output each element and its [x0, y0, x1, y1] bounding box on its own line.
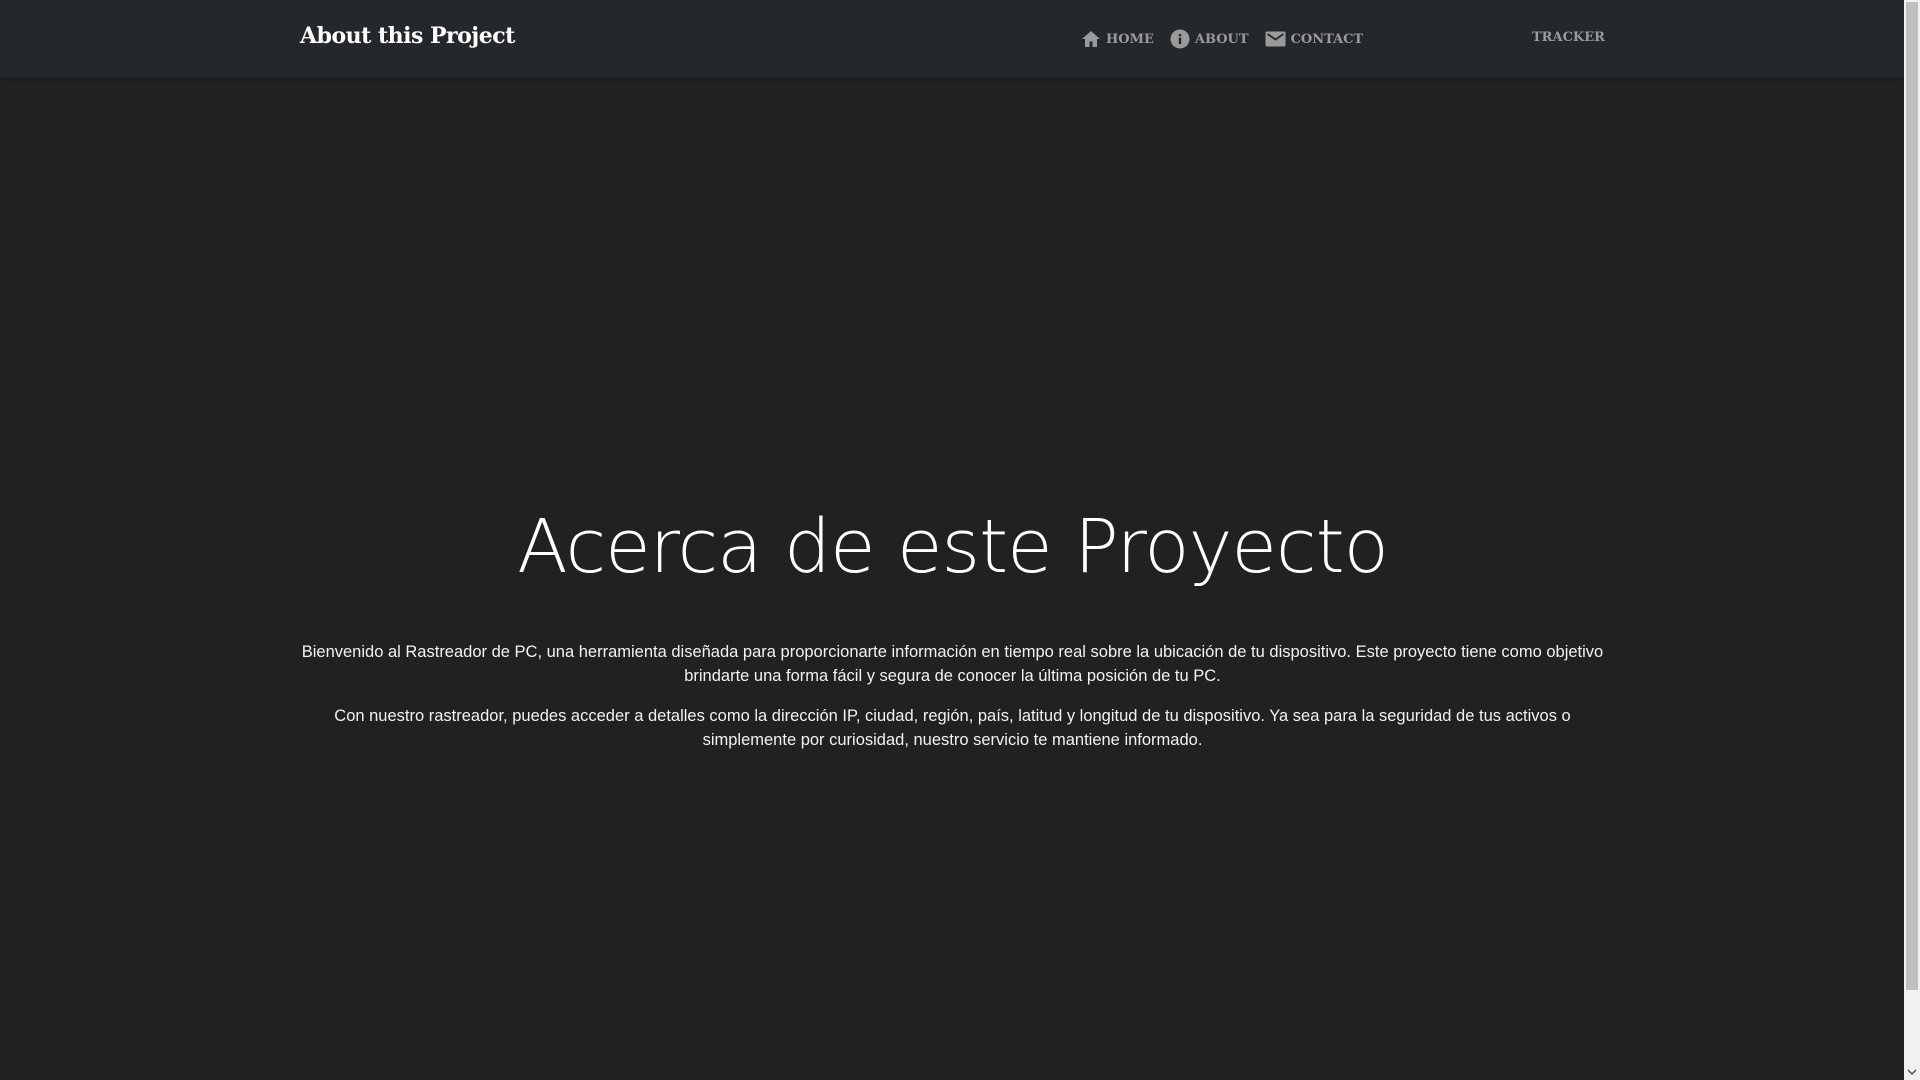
- page: About this Project HOME ABOUT CONTACT TR…: [0, 0, 1904, 1080]
- details-paragraph: Con nuestro rastreador, puedes acceder a…: [334, 707, 1571, 749]
- nav-link-label: ABOUT: [1194, 31, 1249, 47]
- nav-link-label: CONTACT: [1290, 31, 1364, 47]
- nav-link-about[interactable]: ABOUT: [1170, 29, 1249, 49]
- navbar: About this Project HOME ABOUT CONTACT TR…: [0, 0, 1904, 78]
- mail-icon: [1265, 31, 1286, 47]
- home-icon: [1082, 31, 1100, 47]
- scroll-down-arrow[interactable]: [1904, 1064, 1920, 1080]
- scrollbar-thumb[interactable]: [1906, 2, 1918, 990]
- vertical-scrollbar[interactable]: [1904, 0, 1920, 1080]
- intro-paragraph: Bienvenido al Rastreador de PC, una herr…: [301, 643, 1604, 685]
- chevron-down-icon: [1907, 1069, 1917, 1075]
- nav-link-contact[interactable]: CONTACT: [1265, 31, 1364, 47]
- info-icon: [1170, 29, 1190, 49]
- brand-title[interactable]: About this Project: [300, 23, 515, 49]
- page-title: Acerca de este Proyecto: [517, 504, 1389, 590]
- nav-links: HOME ABOUT CONTACT: [1081, 28, 1379, 50]
- tracker-link[interactable]: TRACKER: [1532, 30, 1605, 45]
- hero-section: Acerca de este Proyecto Bienvenido al Ra…: [300, 494, 1605, 768]
- nav-link-label: HOME: [1106, 31, 1154, 47]
- nav-link-home[interactable]: HOME: [1081, 30, 1154, 48]
